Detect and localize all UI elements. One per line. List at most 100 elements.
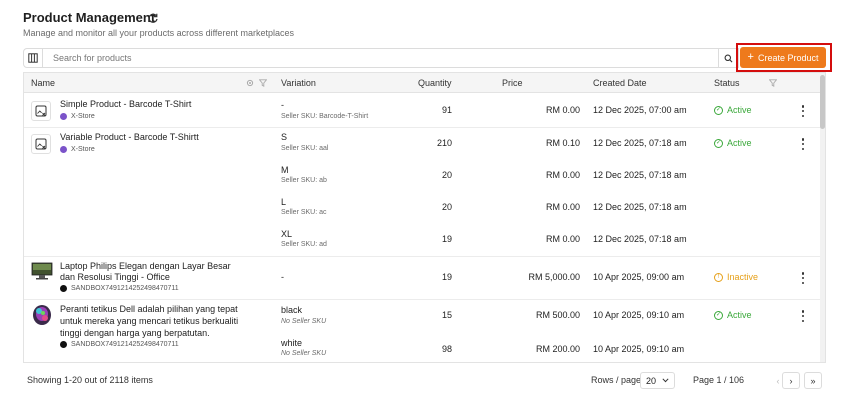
column-toggle-button[interactable] (23, 48, 43, 68)
price-value: RM 0.00 (545, 105, 580, 115)
quantity-value: 91 (441, 105, 452, 115)
next-page-button[interactable]: › (782, 372, 800, 389)
page-indicator: Page 1 / 106 (693, 375, 745, 385)
refresh-icon[interactable] (147, 12, 159, 24)
price-value: RM 5,000.00 (528, 272, 580, 282)
product-management-page: Product Management Manage and monitor al… (0, 0, 846, 396)
search-box (43, 48, 719, 68)
warning-circle-icon: ! (714, 272, 723, 282)
seller-sku: Seller SKU: Barcode-T-Shirt (281, 113, 369, 120)
quantity-value: 20 (441, 202, 452, 212)
scrollbar-thumb[interactable] (820, 75, 825, 129)
created-date: 12 Dec 2025, 07:18 am (593, 202, 687, 212)
variation-value: XL (281, 229, 293, 239)
rows-per-page-value: 20 (646, 375, 657, 386)
status-badge: ! Inactive (714, 272, 758, 282)
seller-sku: Seller SKU: ac (281, 209, 327, 216)
row-divider (24, 127, 822, 128)
search-icon (724, 54, 733, 62)
table-scrollbar[interactable] (820, 73, 825, 362)
status-badge: ✓ Active (714, 310, 752, 320)
variation-value: L (281, 197, 287, 207)
store-label: X-Store (60, 113, 95, 120)
price-value: RM 500.00 (535, 310, 580, 320)
created-date: 12 Dec 2025, 07:18 am (593, 138, 687, 148)
status-badge: ✓ Active (714, 105, 752, 115)
product-name-line-2[interactable]: dan Resolusi Tinggi - Office (60, 272, 170, 282)
rows-per-page-select[interactable]: 20 (640, 372, 675, 389)
status-badge: ✓ Active (714, 138, 752, 148)
last-page-button[interactable]: » (804, 372, 822, 389)
created-date: 10 Apr 2025, 09:10 am (593, 344, 685, 354)
product-name-line-1[interactable]: Laptop Philips Elegan dengan Layar Besar (60, 261, 231, 271)
check-circle-icon: ✓ (714, 105, 723, 115)
laptop-product-thumbnail (31, 262, 53, 280)
row-actions-menu-icon[interactable] (800, 272, 806, 284)
chevron-down-icon (662, 378, 669, 383)
product-name-line-2[interactable]: untuk mereka yang mencari tetikus berkua… (60, 316, 238, 326)
filter-icon[interactable] (259, 79, 267, 87)
row-divider (24, 256, 822, 257)
store-label: X-Store (60, 146, 95, 153)
store-logo-icon (60, 113, 67, 120)
product-name[interactable]: Variable Product - Barcode T-Shirtt (60, 132, 199, 142)
products-table: Name Variation Quantity Price Created Da… (23, 72, 826, 363)
seller-sku: No Seller SKU (281, 318, 327, 325)
quantity-value: 20 (441, 170, 452, 180)
created-date: 12 Dec 2025, 07:18 am (593, 234, 687, 244)
store-logo-icon (60, 341, 67, 348)
row-actions-menu-icon[interactable] (800, 138, 806, 150)
seller-sku: No Seller SKU (281, 350, 327, 357)
image-placeholder-icon (31, 134, 51, 154)
price-value: RM 200.00 (535, 344, 580, 354)
columns-icon (28, 53, 38, 63)
quantity-value: 19 (441, 272, 452, 282)
page-title: Product Management (23, 10, 156, 25)
search-input[interactable] (43, 49, 718, 67)
status-filter-icon[interactable] (769, 79, 777, 87)
quantity-value: 15 (441, 310, 452, 320)
seller-sku: Seller SKU: ab (281, 177, 327, 184)
price-value: RM 0.10 (545, 138, 580, 148)
table-header: Name Variation Quantity Price Created Da… (24, 73, 822, 93)
created-date: 12 Dec 2025, 07:18 am (593, 170, 687, 180)
created-date: 10 Apr 2025, 09:00 am (593, 272, 685, 282)
quantity-value: 19 (441, 234, 452, 244)
store-label: SANDBOX7491214252498470711 (60, 341, 179, 348)
variation-value: white (281, 338, 303, 348)
product-name-line-3[interactable]: tinggi dengan harga yang berpatutan. (60, 328, 210, 338)
column-header-name[interactable]: Name (31, 78, 55, 88)
created-date: 10 Apr 2025, 09:10 am (593, 310, 685, 320)
store-logo-icon (60, 146, 67, 153)
variation-value: - (281, 100, 284, 110)
store-label: SANDBOX7491214252498470711 (60, 285, 179, 292)
mouse-product-thumbnail (33, 305, 51, 325)
store-logo-icon (60, 285, 67, 292)
product-name-line-1[interactable]: Peranti tetikus Dell adalah pilihan yang… (60, 304, 238, 314)
variation-value: S (281, 132, 288, 142)
first-page-icon (762, 372, 772, 389)
row-actions-menu-icon[interactable] (800, 310, 806, 322)
product-name[interactable]: Simple Product - Barcode T-Shirt (60, 99, 191, 109)
seller-sku: Seller SKU: aal (281, 145, 329, 152)
image-placeholder-icon (31, 101, 51, 121)
create-product-button[interactable]: + Create Product (740, 47, 826, 68)
page-subtitle: Manage and monitor all your products acr… (23, 28, 294, 38)
column-header-quantity[interactable]: Quantity (418, 78, 452, 88)
price-value: RM 0.00 (545, 234, 580, 244)
variation-value: - (281, 272, 284, 282)
plus-icon: + (747, 51, 754, 63)
column-header-variation[interactable]: Variation (281, 78, 316, 88)
column-header-created-date[interactable]: Created Date (593, 78, 647, 88)
row-actions-menu-icon[interactable] (800, 105, 806, 117)
items-count: Showing 1-20 out of 2118 items (27, 375, 153, 385)
price-value: RM 0.00 (545, 202, 580, 212)
column-header-status[interactable]: Status (714, 78, 740, 88)
sort-icon[interactable] (246, 79, 254, 87)
check-circle-icon: ✓ (714, 310, 723, 320)
row-divider (24, 299, 822, 300)
create-product-label: Create Product (757, 52, 819, 63)
variation-value: black (281, 305, 303, 315)
column-header-price[interactable]: Price (502, 78, 523, 88)
variation-value: M (281, 165, 289, 175)
